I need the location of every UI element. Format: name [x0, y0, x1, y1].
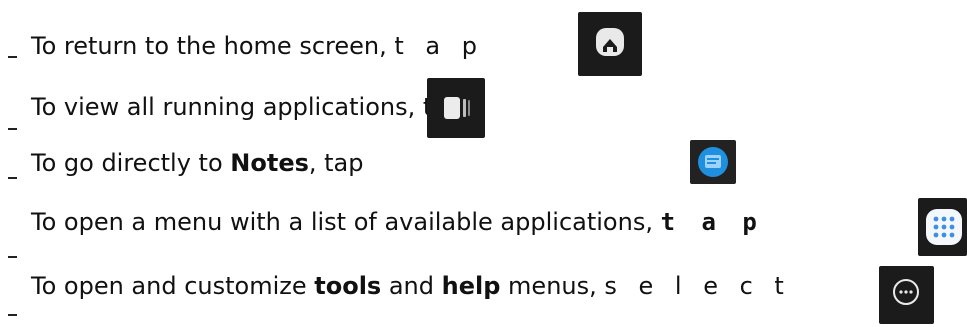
instruction-prefix: To return to the home screen,: [31, 32, 387, 60]
bullet-dash: [8, 314, 17, 316]
bullet-dash: [8, 177, 17, 179]
instruction-text: To go directly to Notes, tap: [31, 148, 364, 178]
instruction-row-app-drawer: To open a menu with a list of available …: [0, 196, 967, 258]
notes-icon[interactable]: [690, 140, 736, 184]
more-options-icon[interactable]: [879, 266, 934, 324]
instruction-mid: and: [381, 272, 442, 300]
instruction-action: t a p: [394, 32, 484, 60]
home-icon[interactable]: [578, 12, 642, 76]
instruction-text: To open a menu with a list of available …: [31, 207, 763, 237]
bullet-dash: [8, 128, 17, 130]
instruction-action: t a p: [660, 208, 763, 236]
notes-label: Notes: [230, 149, 309, 177]
instruction-prefix: To open and customize: [31, 272, 315, 300]
bullet-dash: [8, 56, 17, 58]
instruction-action: s e l e c t: [604, 272, 791, 300]
instruction-text: To open and customize tools and help men…: [31, 271, 791, 301]
instruction-row-more-options: To open and customize tools and help men…: [0, 264, 967, 324]
instruction-row-recents: To view all running applications, tap: [0, 78, 967, 140]
bullet-dash: [8, 256, 17, 258]
instruction-row-notes: To go directly to Notes, tap: [0, 140, 967, 200]
recent-apps-icon[interactable]: [427, 78, 485, 138]
instruction-prefix: To open a menu with a list of available …: [31, 208, 653, 236]
instruction-suffix: menus,: [500, 272, 597, 300]
instruction-row-home: To return to the home screen, t a p: [0, 0, 967, 76]
instruction-suffix: , tap: [308, 149, 364, 177]
instruction-text: To view all running applications, tap: [31, 92, 462, 122]
instruction-prefix: To view all running applications, tap: [31, 93, 463, 121]
instruction-text: To return to the home screen, t a p: [31, 31, 484, 61]
tools-label: tools: [314, 272, 382, 300]
app-drawer-icon[interactable]: [918, 198, 967, 256]
instruction-prefix: To go directly to: [31, 149, 231, 177]
help-label: help: [441, 272, 501, 300]
